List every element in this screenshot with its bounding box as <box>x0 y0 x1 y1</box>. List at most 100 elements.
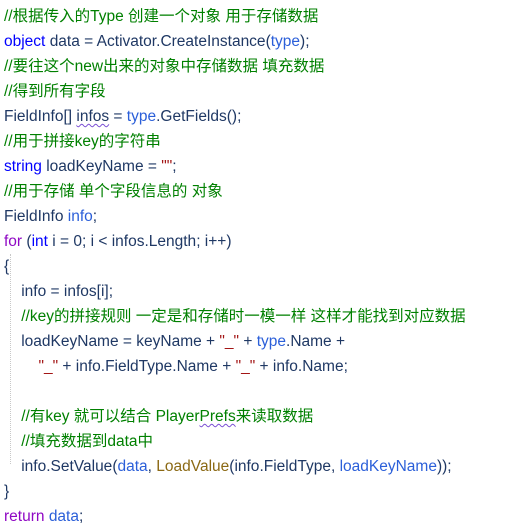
code-token-kw: string <box>4 158 42 175</box>
code-line[interactable]: //填充数据到data中 <box>0 429 531 454</box>
code-token-kw: int <box>31 233 48 250</box>
code-token-id: Length <box>148 233 197 250</box>
code-token-id: Name <box>176 358 218 375</box>
code-token-type: Activator <box>96 33 157 50</box>
code-line[interactable]: //用于拼接key的字符串 <box>0 129 531 154</box>
code-token-punct: ; <box>92 208 98 225</box>
code-token-ctl: return <box>4 508 45 525</box>
code-token-punct: ); <box>300 33 310 50</box>
code-token-cmt: //用于存储 单个字段信息的 对象 <box>4 183 223 200</box>
code-token-plain: + <box>255 358 273 375</box>
code-token-id: CreateInstance <box>160 33 266 50</box>
code-token-type: FieldInfo <box>4 208 64 225</box>
code-token-cmt: //有key 就可以结合 Player <box>21 408 200 425</box>
code-line[interactable]: //根据传入的Type 创建一个对象 用于存储数据 <box>0 4 531 29</box>
code-token-plain: = <box>79 33 97 50</box>
code-line[interactable]: loadKeyName = keyName + "_" + type.Name … <box>0 329 531 354</box>
code-token-ltblue: type <box>270 33 301 50</box>
code-token-plain: + <box>331 333 346 350</box>
code-line[interactable]: //有key 就可以结合 PlayerPrefs来读取数据 <box>0 404 531 429</box>
code-token-id: infos <box>111 233 145 250</box>
code-token-str: "_" <box>219 333 240 350</box>
code-line[interactable]: object data = Activator.CreateInstance(t… <box>0 29 531 54</box>
code-token-punct: , <box>147 458 157 475</box>
code-token-id: info <box>21 458 47 475</box>
code-token-punct: } <box>4 483 10 500</box>
code-token-id: Name <box>302 358 344 375</box>
code-token-plain: + <box>58 358 76 375</box>
code-token-id: infos <box>76 108 110 125</box>
code-line[interactable]: } <box>0 479 531 504</box>
code-token-id: data <box>49 33 80 50</box>
code-token-plain: + <box>217 358 236 375</box>
code-token-plain: = <box>109 108 127 125</box>
code-line[interactable]: FieldInfo info; <box>0 204 531 229</box>
code-token-punct: )); <box>436 458 452 475</box>
code-token-id: SetValue <box>50 458 113 475</box>
code-token-id: info <box>272 358 298 375</box>
code-token-id: loadKeyName <box>46 158 144 175</box>
code-token-id: infos <box>63 283 97 300</box>
code-token-cmt: //用于拼接key的字符串 <box>4 133 161 150</box>
code-token-ltblue: data <box>117 458 148 475</box>
code-line[interactable]: string loadKeyName = ""; <box>0 154 531 179</box>
code-line[interactable]: info = infos[i]; <box>0 279 531 304</box>
code-line[interactable]: //key的拼接规则 一定是和存储时一模一样 这样才能找到对应数据 <box>0 304 531 329</box>
code-line[interactable]: //要往这个new出来的对象中存储数据 填充数据 <box>0 54 531 79</box>
code-token-plain: = <box>46 283 64 300</box>
code-token-punct: [i]; <box>96 283 114 300</box>
code-token-plain: i = 0; i < <box>47 233 112 250</box>
code-token-cmt: //根据传入的Type 创建一个对象 用于存储数据 <box>4 8 319 25</box>
code-token-id: info <box>75 358 101 375</box>
code-line[interactable]: { <box>0 254 531 279</box>
code-line[interactable]: "_" + info.FieldType.Name + "_" + info.N… <box>0 354 531 379</box>
code-token-ltblue: type <box>126 108 157 125</box>
code-token-punct: (); <box>226 108 242 125</box>
code-token-plain: = <box>118 333 137 350</box>
code-token-cmt: Prefs <box>199 408 236 425</box>
code-token-punct: { <box>4 258 10 275</box>
code-token-str: "" <box>161 158 173 175</box>
code-token-str: "_" <box>38 358 59 375</box>
code-token-cmt: //要往这个new出来的对象中存储数据 填充数据 <box>4 58 325 75</box>
code-token-plain: = <box>143 158 162 175</box>
code-token-id: Name <box>290 333 332 350</box>
code-token-punct: [] <box>63 108 77 125</box>
code-line[interactable]: for (int i = 0; i < infos.Length; i++) <box>0 229 531 254</box>
code-token-id: info <box>21 283 47 300</box>
code-token-cmt: //得到所有字段 <box>4 83 106 100</box>
code-line[interactable]: info.SetValue(data, LoadValue(info.Field… <box>0 454 531 479</box>
code-token-punct: ( <box>22 233 32 250</box>
code-token-id: keyName <box>136 333 202 350</box>
code-token-punct: ; <box>172 158 177 175</box>
code-token-cmt: //填充数据到data中 <box>21 433 154 450</box>
code-line[interactable]: return data; <box>0 504 531 529</box>
code-line[interactable]: //用于存储 单个字段信息的 对象 <box>0 179 531 204</box>
code-token-type: FieldInfo <box>4 108 64 125</box>
code-token-plain: + <box>201 333 220 350</box>
code-line[interactable]: FieldInfo[] infos = type.GetFields(); <box>0 104 531 129</box>
code-token-ltblue: data <box>48 508 79 525</box>
code-token-plain: + <box>239 333 257 350</box>
code-token-cmt: //key的拼接规则 一定是和存储时一模一样 这样才能找到对应数据 <box>21 308 466 325</box>
code-token-ltblue: type <box>256 333 287 350</box>
code-editor-surface[interactable]: //根据传入的Type 创建一个对象 用于存储数据 object data = A… <box>0 0 531 525</box>
code-token-id: info <box>234 458 260 475</box>
code-token-plain: ; i++) <box>196 233 232 250</box>
code-token-ltblue: loadKeyName <box>339 458 437 475</box>
code-token-punct: ; <box>343 358 348 375</box>
code-token-kw: object <box>4 33 46 50</box>
code-line[interactable] <box>0 379 531 404</box>
code-token-ctl: for <box>4 233 23 250</box>
code-token-id: FieldType <box>105 358 173 375</box>
code-token-punct: ; <box>78 508 84 525</box>
code-line[interactable]: //得到所有字段 <box>0 79 531 104</box>
code-lines-container: //根据传入的Type 创建一个对象 用于存储数据 object data = A… <box>0 4 531 529</box>
